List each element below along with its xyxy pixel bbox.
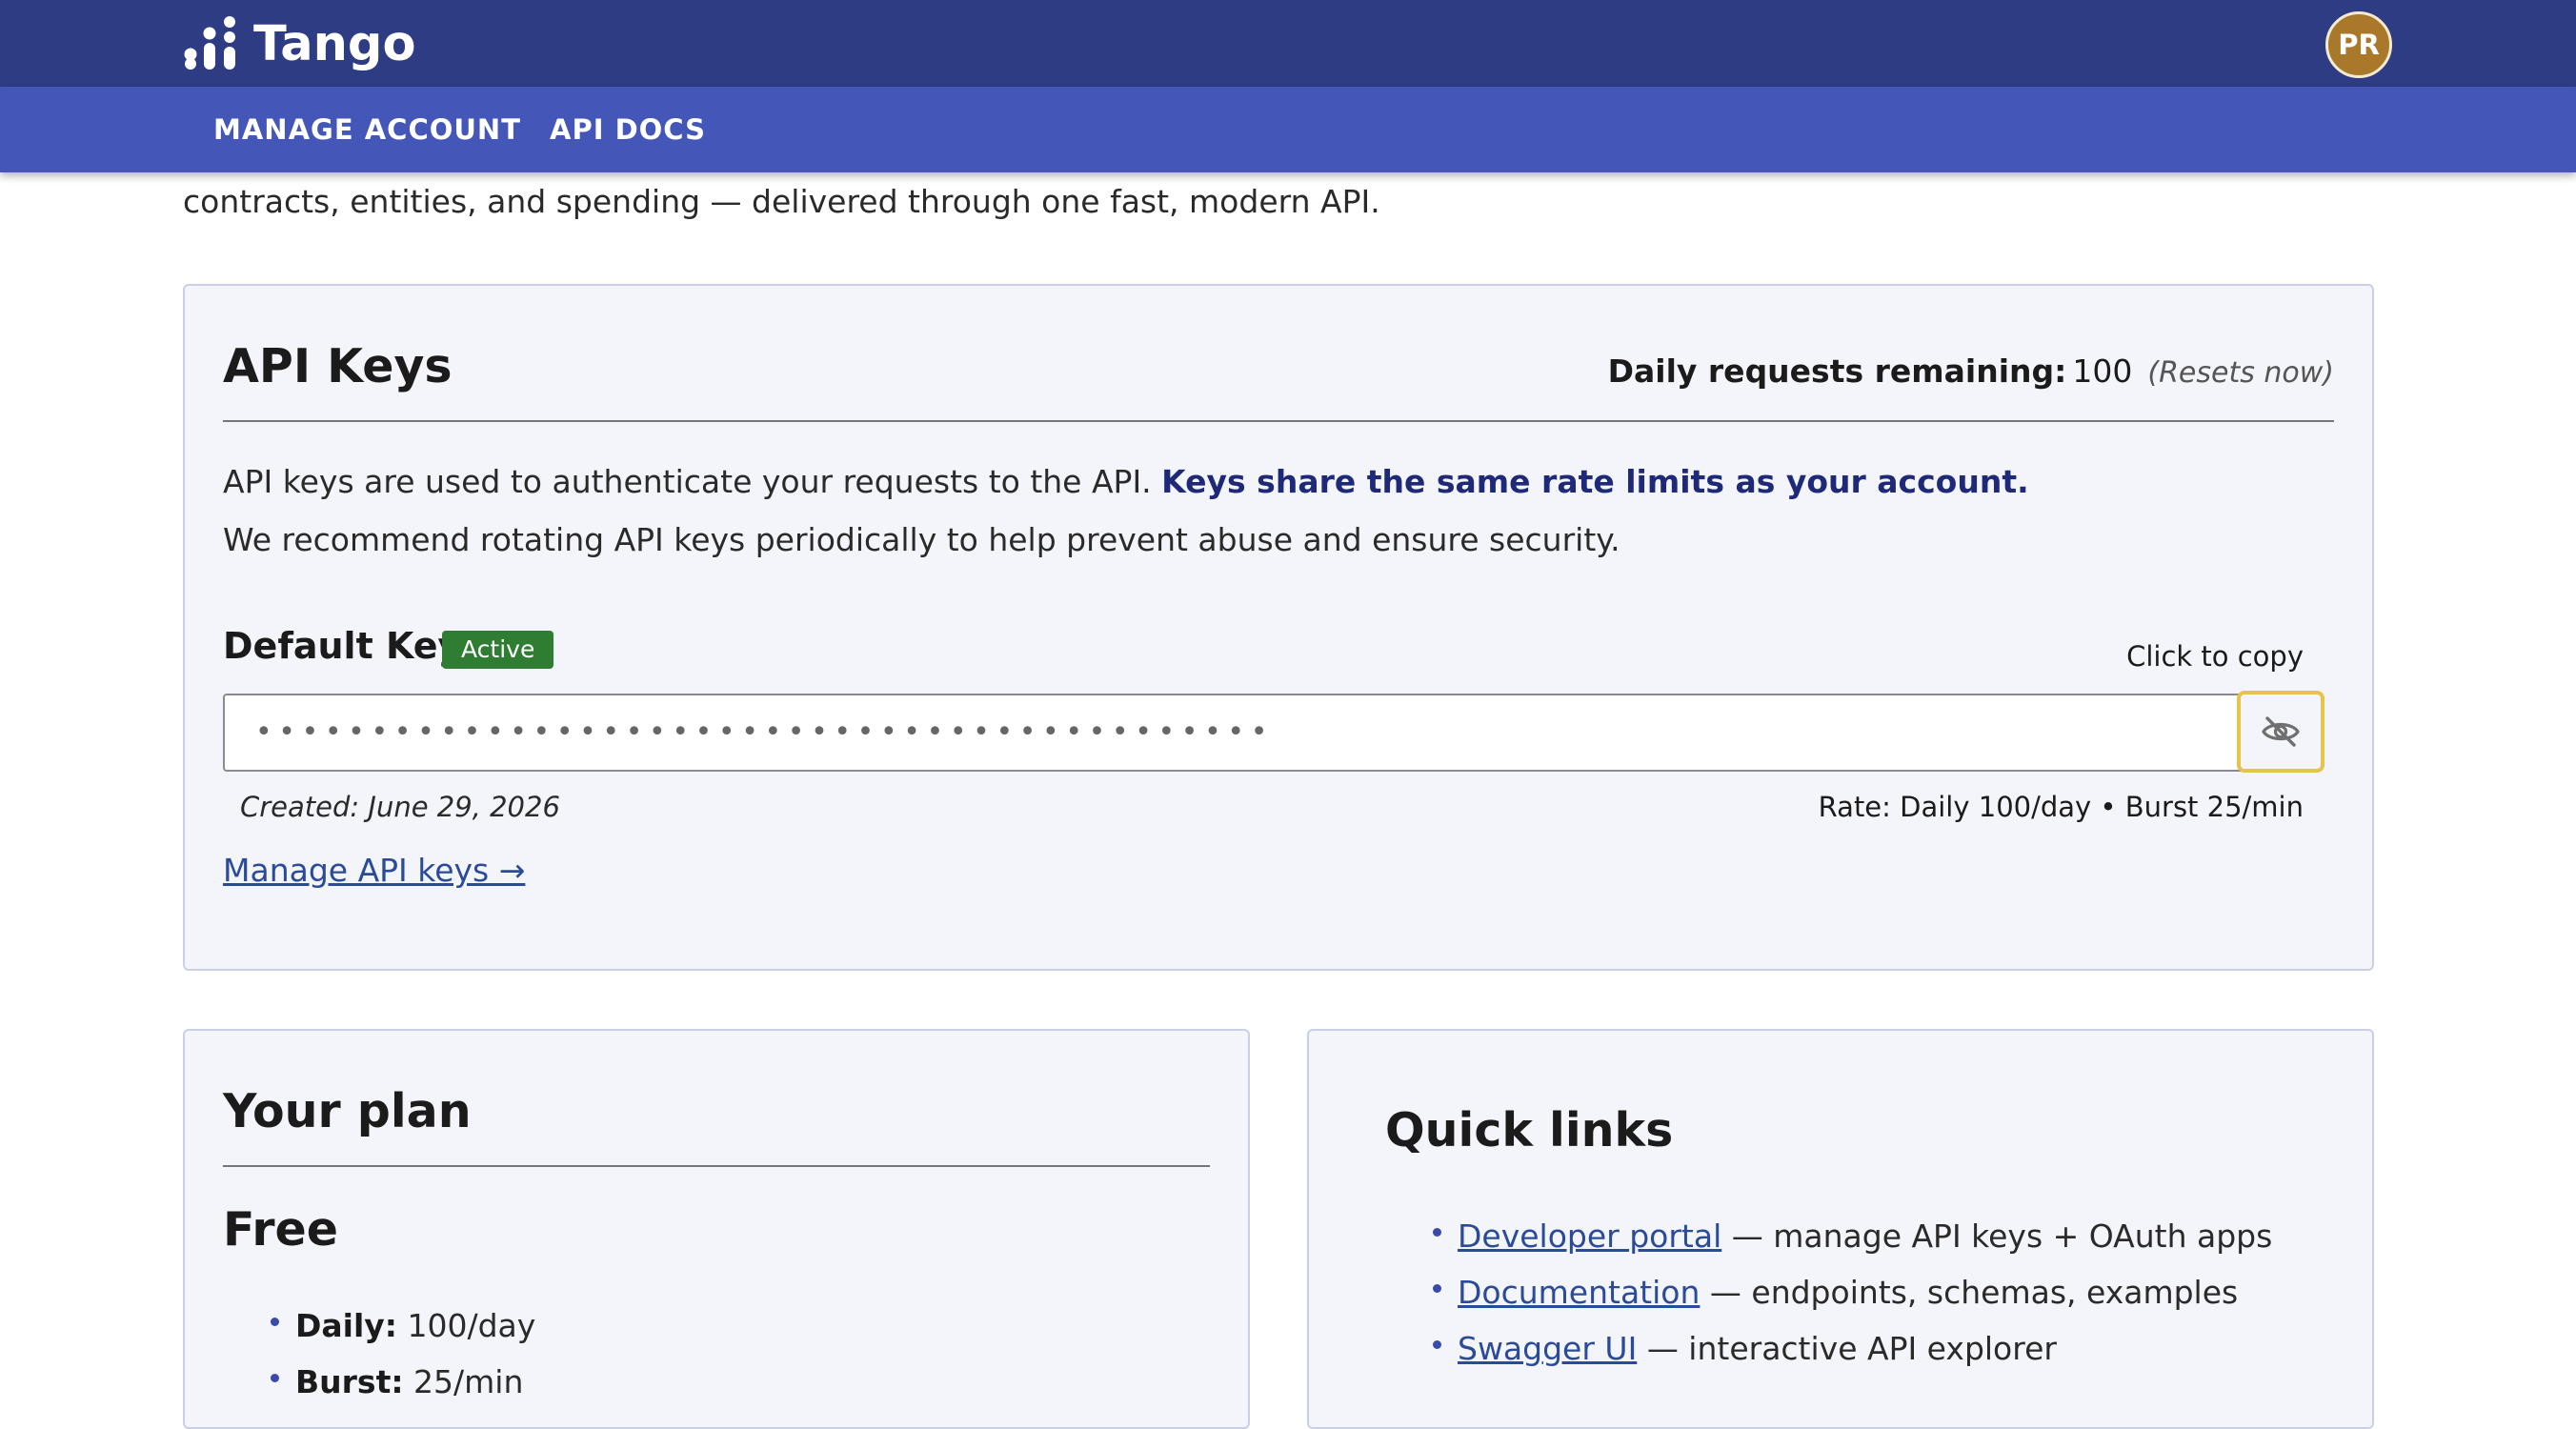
plan-name: Free <box>223 1202 338 1257</box>
limit-value: 100/day <box>407 1307 536 1344</box>
key-rate-limits: Rate: Daily 100/day • Burst 25/min <box>1818 791 2304 823</box>
description-emphasis: Keys share the same rate limits as your … <box>1161 463 2029 500</box>
resets-note: (Resets now) <box>2147 356 2334 390</box>
limit-value: 25/min <box>413 1363 524 1400</box>
link-description: — manage API keys + OAuth apps <box>1731 1218 2273 1255</box>
list-item: Swagger UI — interactive API explorer <box>1432 1320 2272 1377</box>
copy-hint: Click to copy <box>2126 640 2304 673</box>
daily-requests: Daily requests remaining: 100 (Resets now) <box>1608 352 2334 390</box>
swagger-ui-link[interactable]: Swagger UI <box>1458 1330 1637 1367</box>
daily-requests-value: 100 <box>2072 352 2133 390</box>
api-keys-card: API Keys Daily requests remaining: 100 (Re… <box>183 284 2374 971</box>
manage-api-keys-link[interactable]: Manage API keys → <box>223 852 525 889</box>
main-nav: MANAGE ACCOUNT API DOCS <box>0 87 2576 172</box>
plan-limits-list: Daily: 100/day Burst: 25/min <box>270 1298 536 1410</box>
api-key-field[interactable]: ••••••••••••••••••••••••••••••••••••••••… <box>223 691 2324 773</box>
eye-off-icon <box>2262 716 2300 747</box>
intro-text: contracts, entities, and spending — deli… <box>183 183 1380 220</box>
plan-card: Your plan Free Daily: 100/day Burst: 25/… <box>183 1029 1250 1429</box>
limit-key: Burst: <box>295 1363 404 1400</box>
list-item: Burst: 25/min <box>270 1354 535 1410</box>
plan-title: Your plan <box>223 1084 472 1138</box>
quick-links-card: Quick links Developer portal — manage AP… <box>1307 1029 2374 1429</box>
api-keys-description: API keys are used to authenticate your r… <box>223 463 2029 500</box>
divider <box>223 420 2334 422</box>
user-avatar[interactable]: PR <box>2325 11 2392 78</box>
tango-logo-icon <box>184 16 235 70</box>
top-bar: Tango PR <box>0 0 2576 87</box>
brand-logo[interactable]: Tango <box>183 15 415 72</box>
limit-key: Daily: <box>295 1307 397 1344</box>
nav-manage-account[interactable]: MANAGE ACCOUNT <box>213 87 521 172</box>
link-description: — interactive API explorer <box>1646 1330 2057 1367</box>
daily-requests-label: Daily requests remaining: <box>1607 352 2067 390</box>
list-item: Documentation — endpoints, schemas, exam… <box>1432 1264 2272 1320</box>
masked-key-value[interactable]: ••••••••••••••••••••••••••••••••••••••••… <box>255 695 1274 770</box>
documentation-link[interactable]: Documentation <box>1458 1274 1700 1311</box>
quick-links-list: Developer portal — manage API keys + OAu… <box>1432 1208 2273 1377</box>
quick-links-title: Quick links <box>1385 1103 1674 1157</box>
toggle-key-visibility-button[interactable] <box>2237 691 2324 773</box>
link-description: — endpoints, schemas, examples <box>1709 1274 2239 1311</box>
nav-api-docs[interactable]: API DOCS <box>550 87 706 172</box>
description-text: API keys are used to authenticate your r… <box>223 463 1152 500</box>
rotation-advice: We recommend rotating API keys periodica… <box>223 521 1620 558</box>
brand-name: Tango <box>253 15 416 72</box>
default-key-title: Default Key <box>223 625 462 667</box>
developer-portal-link[interactable]: Developer portal <box>1458 1218 1721 1255</box>
status-badge: Active <box>442 631 554 669</box>
key-created-date: Created: June 29, 2026 <box>240 791 560 823</box>
divider <box>223 1165 1210 1167</box>
list-item: Developer portal — manage API keys + OAu… <box>1432 1208 2273 1264</box>
api-keys-title: API Keys <box>223 339 453 393</box>
list-item: Daily: 100/day <box>270 1298 536 1354</box>
